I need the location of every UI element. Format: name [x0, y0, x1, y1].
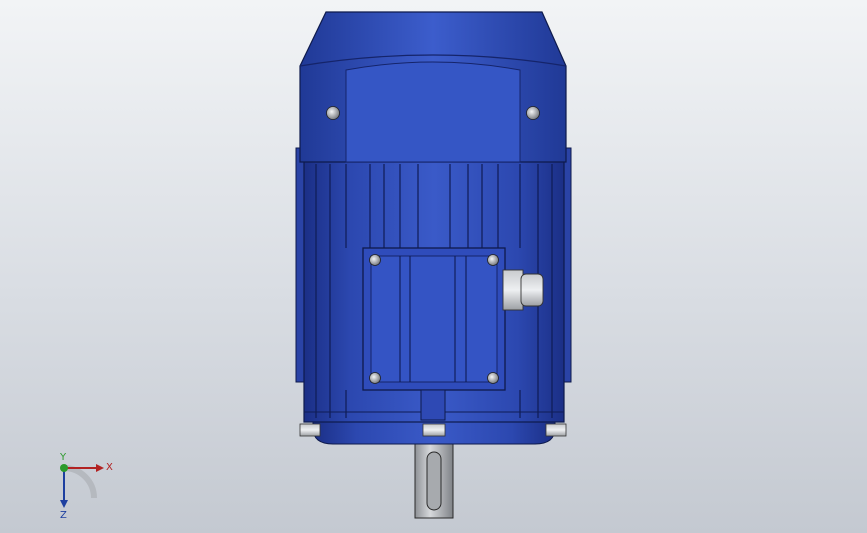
graphics-viewport[interactable]: X Y Z	[0, 0, 867, 533]
cable-gland	[502, 269, 544, 311]
shaft	[414, 435, 454, 519]
z-axis-label: Z	[60, 510, 67, 521]
x-axis-label: X	[106, 462, 113, 473]
fan-cover	[299, 11, 567, 163]
x-arrow-head-icon	[96, 464, 104, 472]
axis-triad: X Y Z	[59, 452, 113, 521]
y-axis-label: Y	[59, 452, 67, 463]
triad-arc	[63, 465, 97, 499]
motor-model[interactable]	[0, 0, 867, 533]
z-arrow-head-icon	[60, 500, 68, 508]
y-axis-dot-icon	[60, 464, 68, 472]
